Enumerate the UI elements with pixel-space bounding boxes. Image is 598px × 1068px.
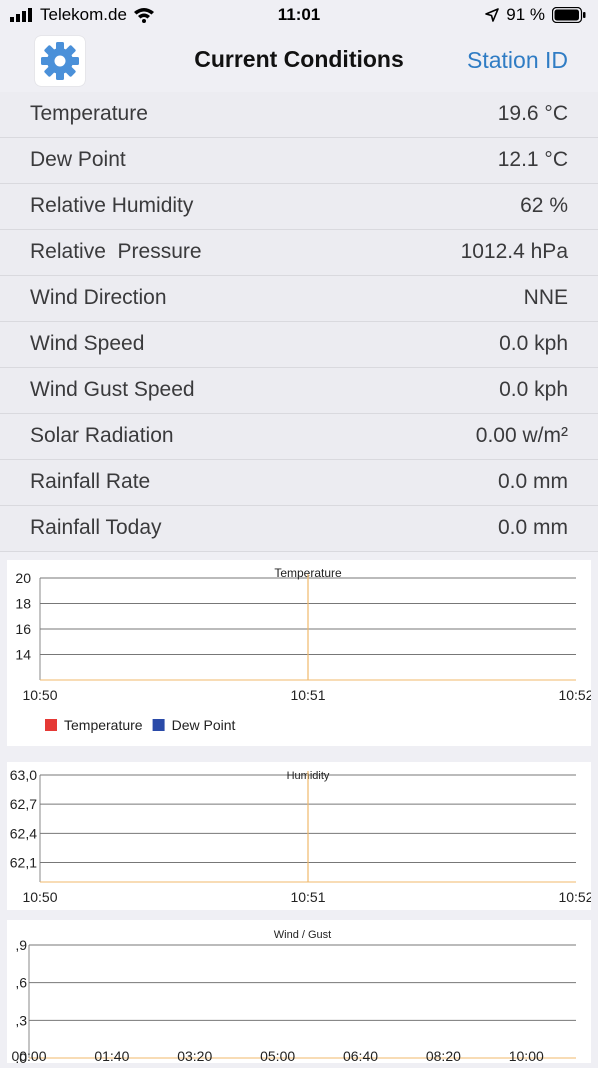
row-solar-radiation: Solar Radiation 0.00 w/m² (0, 414, 598, 460)
legend-label: Dew Point (172, 717, 236, 733)
row-rainfall-rate: Rainfall Rate 0.0 mm (0, 460, 598, 506)
navigation-bar: Current Conditions Station ID (0, 32, 598, 93)
station-id-button[interactable]: Station ID (467, 47, 568, 74)
humidity-chart[interactable]: 63,062,762,462,1Humidity10:50 10:51 10:52 (7, 762, 594, 910)
x-tick-label: 06:40 (343, 1048, 378, 1063)
x-tick-label: 03:20 (177, 1048, 212, 1063)
row-value: NNE (523, 286, 568, 309)
y-tick-label: 62,7 (10, 796, 37, 812)
legend-swatch (45, 719, 57, 731)
row-wind-speed: Wind Speed 0.0 kph (0, 322, 598, 368)
battery-icon (552, 7, 586, 23)
row-label: Rainfall Today (30, 516, 162, 539)
y-tick-label: 18 (15, 596, 31, 612)
x-tick-label: 01:40 (94, 1048, 129, 1063)
row-label: Rainfall Rate (30, 470, 151, 493)
row-temperature: Temperature 19.6 °C (0, 92, 598, 138)
x-tick-label: 10:50 (22, 889, 57, 905)
row-label: Solar Radiation (30, 424, 174, 447)
x-tick-label: 10:52 (558, 889, 591, 905)
y-tick-label: 62,1 (10, 855, 37, 871)
legend-label: Temperature (64, 717, 143, 733)
row-label: Relative Humidity (30, 194, 194, 217)
row-value: 0.0 kph (499, 378, 568, 401)
y-tick-label: 20 (15, 570, 31, 586)
y-tick-label: 62,4 (10, 825, 37, 841)
row-label: Relative Pressure (30, 240, 202, 263)
status-bar: Telekom.de 11:01 91 % (0, 0, 598, 32)
row-dew-point: Dew Point 12.1 °C (0, 138, 598, 184)
row-value: 0.00 w/m² (475, 424, 568, 447)
row-label: Dew Point (30, 148, 126, 171)
conditions-list: Temperature 19.6 °C Dew Point 12.1 °C Rela… (0, 92, 598, 552)
battery-percent: 91 % (506, 5, 545, 24)
y-tick-label: 14 (15, 647, 31, 663)
row-label: Wind Direction (30, 286, 167, 309)
row-relative-humidity: Relative Humidity 62 % (0, 184, 598, 230)
row-label: Wind Speed (30, 332, 145, 355)
x-tick-label: 10:51 (290, 889, 325, 905)
wind-gust-chart-card: ,9,6,3,0 Wind / Gust 00:00 01:40 03:20 05:00 0… (7, 920, 591, 1066)
y-tick-label: ,9 (15, 937, 27, 953)
y-tick-label: ,6 (15, 975, 27, 991)
x-tick-label: 00:00 (11, 1048, 46, 1063)
row-value: 12.1 °C (497, 148, 568, 171)
row-relative-pressure: Relative Pressure 1012.4 hPa (0, 230, 598, 276)
y-tick-label: 16 (15, 621, 31, 637)
y-tick-label: ,3 (15, 1012, 27, 1028)
row-value: 19.6 °C (497, 102, 568, 125)
location-arrow-icon (485, 8, 500, 22)
y-tick-label: 63,0 (10, 767, 37, 783)
row-value: 1012.4 hPa (460, 240, 568, 263)
temperature-chart-card: 20 18 16 14 Temperature 10:50 10:51 10:52 Temper… (7, 560, 594, 746)
x-tick-label: 10:00 (509, 1048, 544, 1063)
humidity-chart-card: 63,0 62,7 62,4 62,1 Humidity 10:50 10:51 10:52 (7, 762, 594, 910)
x-tick-label: 10:52 (558, 687, 591, 703)
wind-gust-chart[interactable]: ,9,6,3,0Wind / Gust00:00 01:40 03:20 05:00 0… (7, 920, 591, 1066)
row-wind-direction: Wind Direction NNE (0, 276, 598, 322)
row-label: Temperature (30, 102, 148, 125)
row-value: 0.0 mm (497, 470, 568, 493)
x-tick-label: 08:20 (426, 1048, 461, 1063)
row-label: Wind Gust Speed (30, 378, 195, 401)
x-tick-label: 10:50 (22, 687, 57, 703)
row-value: 0.0 kph (499, 332, 568, 355)
x-tick-label: 05:00 (260, 1048, 295, 1063)
temperature-chart[interactable]: 20181614Temperature10:50 10:51 10:52Temper… (7, 560, 593, 746)
chart-title: Wind / Gust (274, 929, 331, 941)
x-tick-label: 10:51 (290, 687, 325, 703)
legend-swatch (152, 719, 165, 731)
row-rainfall-today: Rainfall Today 0.0 mm (0, 506, 598, 552)
row-wind-gust-speed: Wind Gust Speed 0.0 kph (0, 368, 598, 414)
row-value: 0.0 mm (497, 516, 568, 539)
row-value: 62 % (520, 194, 568, 217)
